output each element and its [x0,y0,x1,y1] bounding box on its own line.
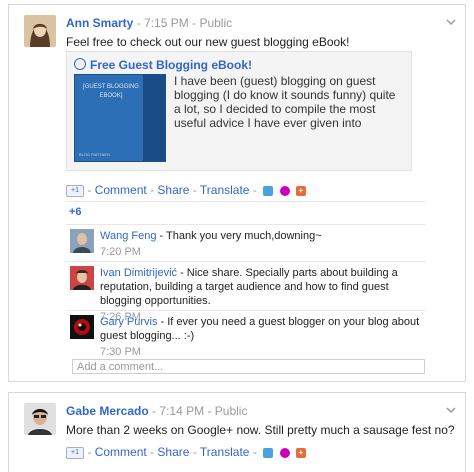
avatar[interactable] [70,229,94,253]
ebook-cover-footer: BLOG PARTNER [79,152,110,157]
plus-count[interactable]: +6 [69,206,82,218]
author-name[interactable]: Gabe Mercado [66,404,149,418]
addthis-icon[interactable]: + [295,447,306,458]
comment-body: Gary Purvis - If ever you need a guest b… [100,315,422,359]
attachment-title-link[interactable]: Free Guest Blogging eBook! [74,58,252,72]
action-separator: - [87,183,92,197]
post-time[interactable]: 7:15 PM [144,16,189,30]
plusone-button[interactable]: +1 [66,446,84,459]
link-attachment: Free Guest Blogging eBook! [GUEST BLOGGI… [66,51,412,171]
ebook-spine [143,75,165,161]
divider [66,201,426,202]
ebook-thumbnail[interactable]: [GUEST BLOGGING EBOOK] BLOG PARTNER [74,74,166,162]
translate-link[interactable]: Translate [200,445,250,459]
action-separator: - [252,445,257,459]
plusone-button[interactable]: +1 [66,184,84,197]
post-meta: Ann Smarty - 7:15 PM - Public [66,16,232,30]
foursquare-icon[interactable] [279,185,290,196]
chevron-down-icon[interactable] [446,15,456,26]
post-meta: Gabe Mercado - 7:14 PM - Public [66,404,247,418]
avatar[interactable] [24,15,56,47]
action-separator: - [150,445,155,459]
share-link[interactable]: Share [157,183,189,197]
action-separator: - [192,445,197,459]
twitter-icon[interactable] [263,447,274,458]
post-text: Feel free to check out our new guest blo… [66,35,350,49]
divider [66,224,426,225]
google-link-icon [74,58,86,70]
comment-time[interactable]: 7:30 PM [100,345,422,359]
meta-separator: - [192,16,197,30]
share-link[interactable]: Share [157,445,189,459]
comment-text: - Thank you very much,downing~ [156,230,322,242]
post-text: More than 2 weeks on Google+ now. Still … [66,423,455,437]
avatar[interactable] [24,403,56,435]
meta-separator: - [207,404,212,418]
meta-separator: - [152,404,157,418]
comment-link[interactable]: Comment [95,445,147,459]
avatar[interactable] [70,266,94,290]
visibility-label[interactable]: Public [199,16,232,30]
comment-body: Wang Feng - Thank you very much,downing~… [100,229,422,259]
action-separator: - [150,183,155,197]
post-time[interactable]: 7:14 PM [159,404,204,418]
add-comment-input[interactable] [72,359,425,374]
comment-time[interactable]: 7:20 PM [100,245,422,259]
comment-link[interactable]: Comment [95,183,147,197]
post-card: Ann Smarty - 7:15 PM - Public Feel free … [8,4,466,382]
comment-author[interactable]: Wang Feng [100,230,156,242]
action-separator: - [252,183,257,197]
ebook-cover-title: [GUEST BLOGGING EBOOK] [83,84,139,99]
action-separator: - [192,183,197,197]
comment-author[interactable]: Gary Purvis [100,316,157,328]
addthis-icon[interactable]: + [295,185,306,196]
translate-link[interactable]: Translate [200,183,250,197]
divider [66,261,426,262]
action-separator: - [87,445,92,459]
meta-separator: - [136,16,141,30]
author-name[interactable]: Ann Smarty [66,16,133,30]
attachment-title: Free Guest Blogging eBook! [90,58,253,72]
avatar[interactable] [70,315,94,339]
post-actions: +1 - Comment - Share - Translate - + [66,445,306,459]
visibility-label[interactable]: Public [215,404,248,418]
comment-author[interactable]: Ivan Dimitrijević [100,267,177,279]
twitter-icon[interactable] [263,185,274,196]
post-card: Gabe Mercado - 7:14 PM - Public More tha… [8,392,466,472]
attachment-description: I have been (guest) blogging on guest bl… [174,74,396,130]
post-actions: +1 - Comment - Share - Translate - + [66,183,306,197]
chevron-down-icon[interactable] [446,403,456,414]
divider [66,310,426,311]
foursquare-icon[interactable] [279,447,290,458]
